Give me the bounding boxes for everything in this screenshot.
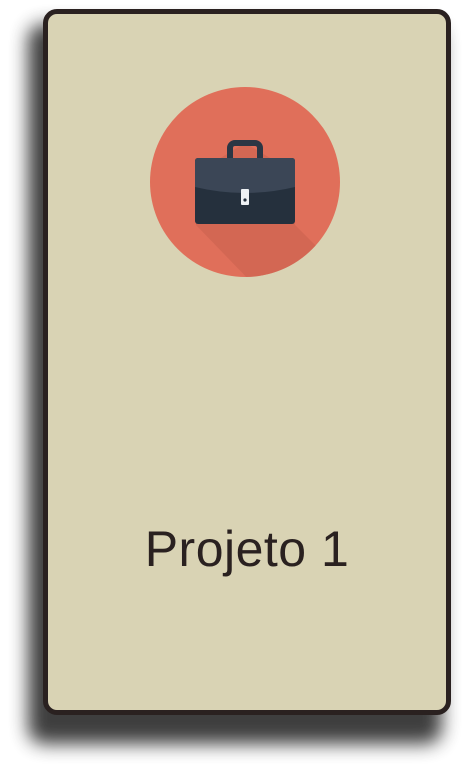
briefcase-icon [150, 87, 340, 277]
page: Projeto 1 [0, 0, 476, 764]
project-card[interactable]: Projeto 1 [43, 9, 451, 715]
project-title: Projeto 1 [144, 521, 350, 577]
